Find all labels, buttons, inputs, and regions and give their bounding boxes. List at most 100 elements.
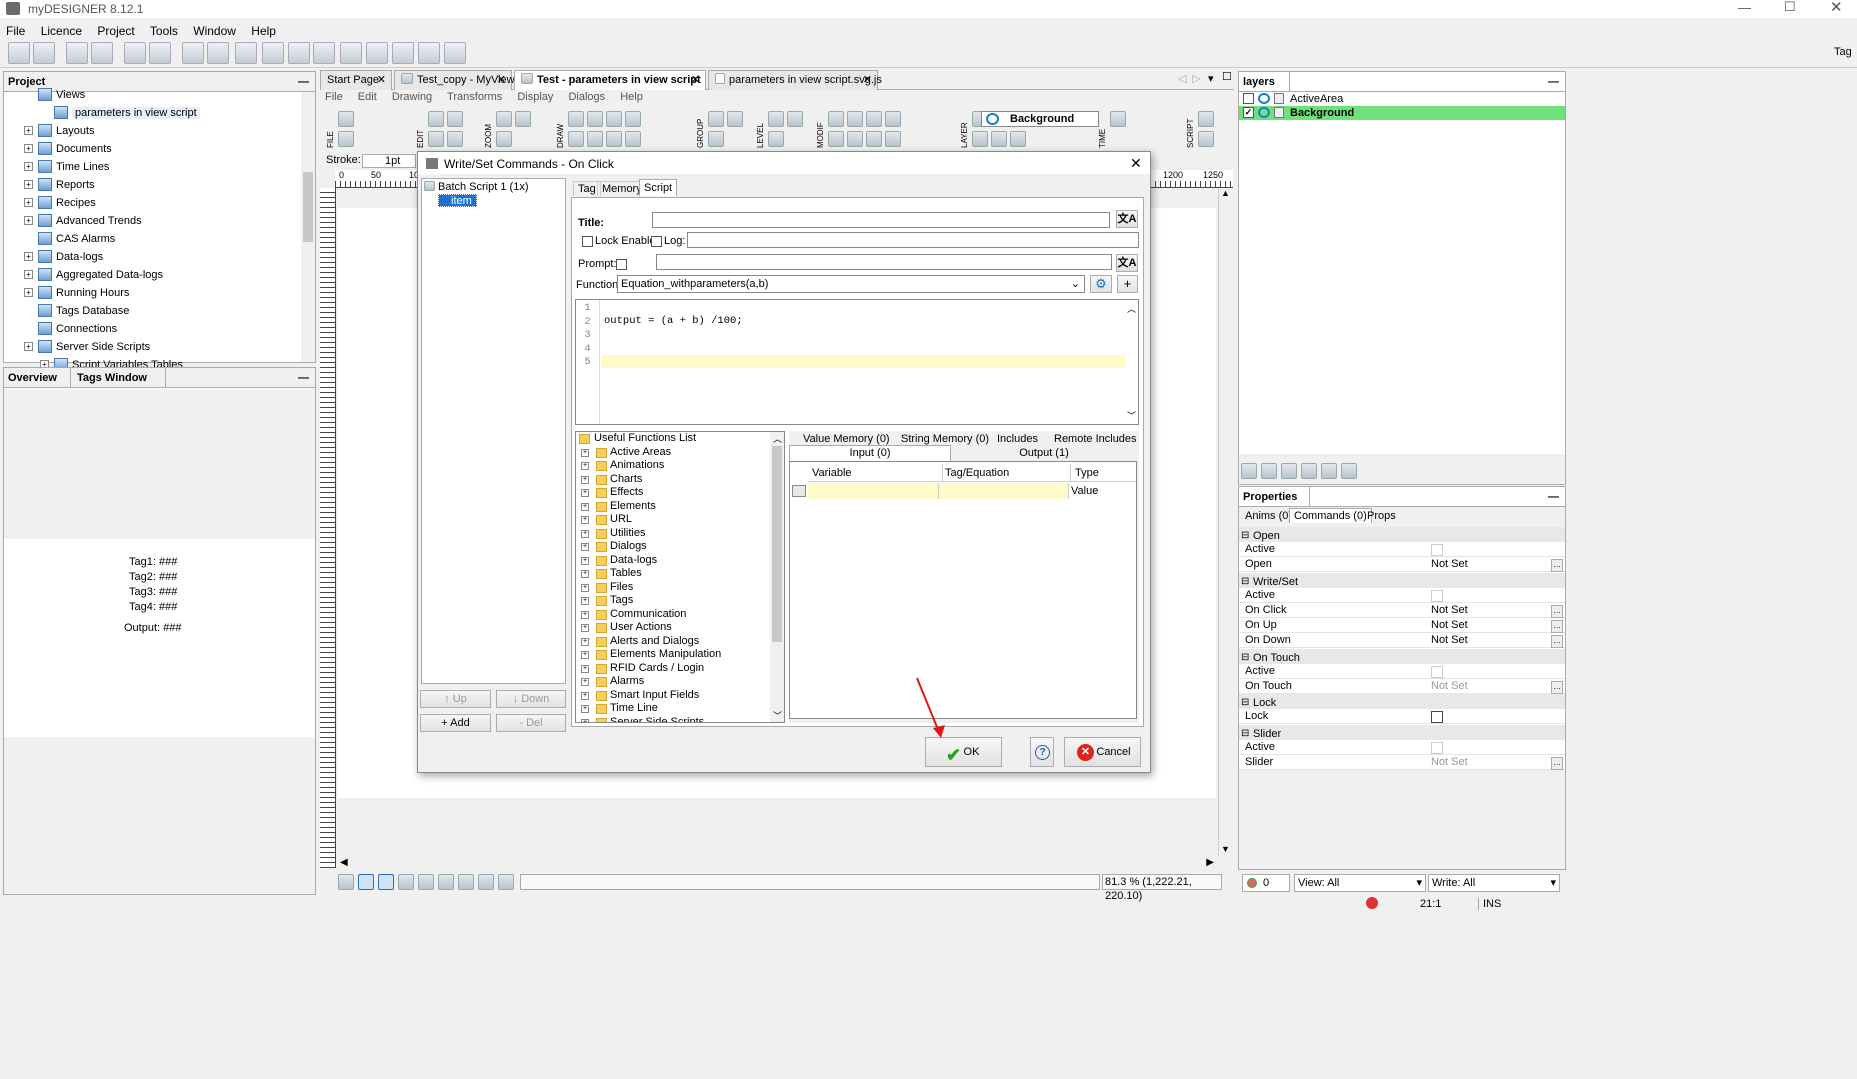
expand-icon[interactable]: + [581, 570, 589, 578]
expand-icon[interactable]: + [581, 718, 589, 722]
toolbar-tool-icon[interactable] [1010, 131, 1026, 147]
editor-menu-help[interactable]: Help [620, 91, 643, 103]
property-checkbox[interactable] [1431, 589, 1443, 602]
layer-checkbox[interactable] [1243, 93, 1254, 104]
function-category[interactable]: + Alarms [576, 675, 784, 689]
property-checkbox[interactable] [1431, 544, 1443, 557]
tab-anims[interactable]: Anims (0) [1245, 510, 1292, 522]
expand-icon[interactable]: + [24, 216, 33, 225]
prompt-input[interactable] [656, 254, 1112, 270]
toolbar-tool-icon[interactable] [428, 111, 444, 127]
layout-icon[interactable] [235, 42, 257, 64]
canvas-tool-icon[interactable] [478, 874, 494, 890]
toolbar-tool-icon[interactable] [1198, 111, 1214, 127]
editor-menu-dialogs[interactable]: Dialogs [568, 91, 605, 103]
project-tree-item[interactable]: + Server Side Scripts [4, 338, 299, 356]
tab-overview[interactable]: Overview [8, 368, 57, 388]
expand-icon[interactable]: + [581, 610, 589, 619]
project-tree-item[interactable]: CAS Alarms [4, 230, 299, 248]
toolbar-tool-icon[interactable] [606, 111, 622, 127]
move-icon[interactable] [313, 42, 335, 64]
canvas-vscrollbar[interactable]: ▲ ▼ [1218, 188, 1232, 856]
property-checkbox[interactable] [1431, 665, 1443, 678]
print-icon[interactable] [418, 42, 440, 64]
function-category[interactable]: + Smart Input Fields [576, 689, 784, 703]
function-category[interactable]: + Animations [576, 459, 784, 473]
layer-up-icon[interactable] [1281, 463, 1297, 479]
toolbar-tool-icon[interactable] [496, 111, 512, 127]
toolbar-tool-icon[interactable] [587, 111, 603, 127]
property-value[interactable]: Not Set [1431, 557, 1468, 572]
tab-list-icon[interactable]: ▾ [1208, 72, 1214, 85]
property-value[interactable]: Not Set [1431, 755, 1468, 770]
toolbar-tool-icon[interactable] [338, 131, 354, 147]
editor-menu-drawing[interactable]: Drawing [392, 91, 432, 103]
maximize-icon[interactable]: ☐ [1784, 0, 1796, 15]
preview-icon[interactable] [207, 42, 229, 64]
ellipsis-button[interactable]: … [1551, 757, 1563, 770]
expand-icon[interactable]: + [24, 342, 33, 351]
ellipsis-button[interactable]: … [1551, 635, 1563, 649]
expand-icon[interactable]: + [581, 448, 589, 457]
function-settings-icon[interactable]: ⚙ [1090, 275, 1112, 293]
copy-icon[interactable] [444, 42, 466, 64]
redo-icon[interactable] [91, 42, 113, 64]
toolbar-tool-icon[interactable] [847, 131, 863, 147]
project-tree-item[interactable]: + Aggregated Data-logs [4, 266, 299, 284]
layer-checkbox[interactable]: ✓ [1243, 107, 1254, 118]
property-row[interactable]: On Up Not Set… [1239, 618, 1565, 634]
ellipsis-button[interactable]: … [1551, 620, 1563, 634]
toolbar-tool-icon[interactable] [1110, 111, 1126, 127]
export-icon[interactable] [262, 42, 284, 64]
lock-icon[interactable] [1274, 107, 1284, 118]
add-button[interactable]: + Add [420, 714, 491, 732]
expand-icon[interactable]: + [581, 597, 589, 605]
remove-icon[interactable] [340, 42, 362, 64]
tab-input[interactable]: Input (0) [789, 445, 951, 461]
lock-icon[interactable] [1274, 93, 1284, 104]
property-row[interactable]: On Down Not Set… [1239, 633, 1565, 649]
toolbar-tool-icon[interactable] [972, 131, 988, 147]
tab-string-memory[interactable]: String Memory (0) [901, 433, 989, 445]
canvas-tool-icon[interactable] [398, 874, 414, 890]
toolbar-tool-icon[interactable] [991, 131, 1007, 147]
project-tree-item[interactable]: + Time Lines [4, 158, 299, 176]
toolbar-tool-icon[interactable] [338, 111, 354, 127]
function-category[interactable]: + Effects [576, 486, 784, 500]
expand-icon[interactable]: + [24, 252, 33, 261]
property-row[interactable]: Active [1239, 663, 1565, 679]
expand-icon[interactable]: + [581, 529, 589, 538]
new-view-icon[interactable] [124, 42, 146, 64]
toolbar-tool-icon[interactable] [515, 111, 531, 127]
function-category[interactable]: + Alerts and Dialogs [576, 635, 784, 649]
project-tree-item[interactable]: Views [4, 86, 299, 104]
toolbar-tool-icon[interactable] [708, 111, 724, 127]
function-category[interactable]: + Time Line [576, 702, 784, 716]
layer-row-background[interactable]: ✓ Background [1239, 106, 1565, 120]
remove-layer-icon[interactable] [1261, 463, 1277, 479]
canvas-tool-icon[interactable] [378, 874, 394, 890]
toolbar-tool-icon[interactable] [787, 111, 803, 127]
menu-project[interactable]: Project [97, 24, 134, 38]
property-row[interactable]: Lock [1239, 709, 1565, 725]
canvas-tool-icon[interactable] [458, 874, 474, 890]
function-category[interactable]: + Utilities [576, 527, 784, 541]
close-icon[interactable]: ✕ [1830, 0, 1843, 16]
layer-down-icon[interactable] [1301, 463, 1317, 479]
toolbar-tool-icon[interactable] [828, 131, 844, 147]
expand-icon[interactable]: + [581, 583, 589, 592]
project-tree-item[interactable]: + Running Hours [4, 284, 299, 302]
toolbar-tool-icon[interactable] [847, 111, 863, 127]
expand-icon[interactable]: + [24, 162, 33, 171]
expand-icon[interactable]: + [581, 489, 589, 497]
editor-menu-file[interactable]: File [325, 91, 343, 103]
layer-select[interactable]: Background [981, 111, 1099, 127]
maximize-panel-icon[interactable]: ☐ [1222, 70, 1232, 83]
ellipsis-button[interactable]: … [1551, 605, 1563, 618]
property-checkbox[interactable] [1431, 711, 1443, 724]
toolbar-tool-icon[interactable] [866, 111, 882, 127]
function-select[interactable]: Equation_withparameters(a,b) ⌄ [617, 275, 1085, 293]
project-tree-item[interactable]: + Layouts [4, 122, 299, 140]
expand-icon[interactable]: + [24, 270, 33, 279]
project-scrollbar[interactable] [301, 92, 315, 362]
